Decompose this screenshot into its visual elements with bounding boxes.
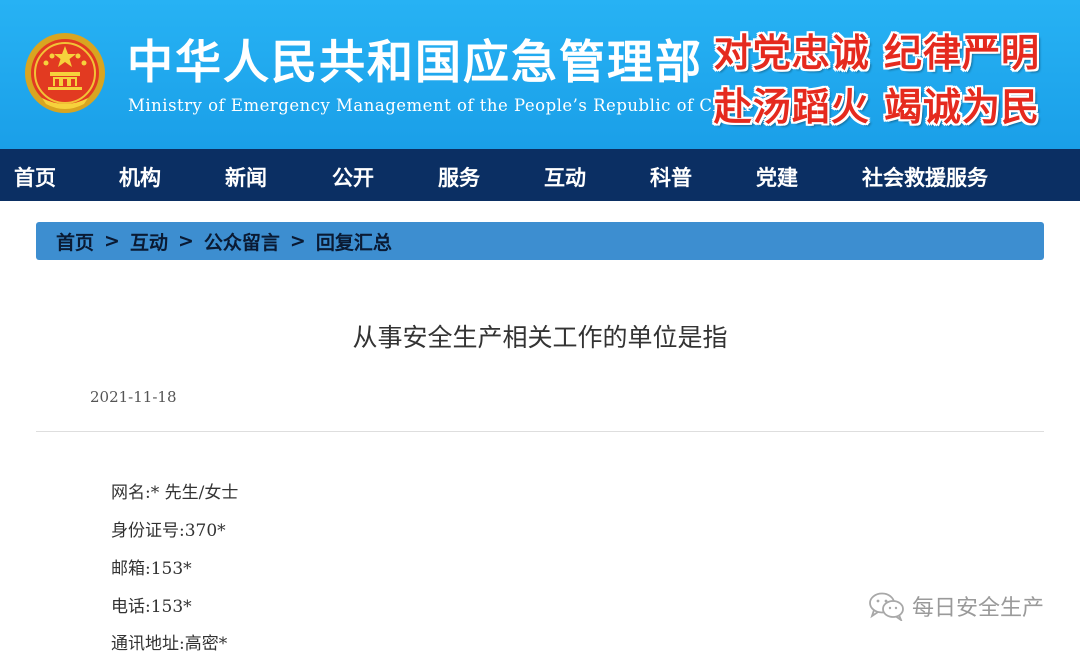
breadcrumb-separator: > bbox=[177, 230, 194, 252]
breadcrumb-separator: > bbox=[104, 230, 120, 252]
field-address: 通讯地址:高密* bbox=[111, 634, 228, 654]
breadcrumb-interaction[interactable]: 互动 bbox=[130, 228, 168, 255]
nav-item-organization[interactable]: 机构 bbox=[119, 162, 161, 192]
site-title[interactable]: 中华人民共和国应急管理部 bbox=[127, 26, 703, 92]
watermark-text: 每日安全生产 bbox=[911, 596, 1044, 621]
watermark: 每日安全生产 bbox=[868, 590, 1044, 622]
slogan-line-1: 对党忠诚 纪律严明 bbox=[713, 30, 1040, 75]
national-emblem-icon[interactable] bbox=[22, 30, 108, 116]
field-id-number: 身份证号:370* bbox=[111, 521, 226, 541]
nav-item-home[interactable]: 首页 bbox=[14, 162, 56, 192]
nav-item-interaction[interactable]: 互动 bbox=[544, 162, 586, 192]
slogan-line-2: 赴汤蹈火 竭诚为民 bbox=[713, 84, 1040, 129]
site-header: 中华人民共和国应急管理部 Ministry of Emergency Manag… bbox=[0, 0, 1080, 149]
nav-item-rescue-services[interactable]: 社会救援服务 bbox=[862, 162, 988, 192]
breadcrumb-separator: > bbox=[289, 230, 306, 252]
field-nickname: 网名:* 先生/女士 bbox=[111, 483, 239, 503]
wechat-icon bbox=[869, 592, 904, 621]
breadcrumb: 首页 > 互动 > 公众留言 > 回复汇总 bbox=[36, 222, 1044, 260]
breadcrumb-home[interactable]: 首页 bbox=[56, 228, 94, 255]
breadcrumb-public-messages[interactable]: 公众留言 bbox=[204, 228, 280, 255]
main-nav: 首页 机构 新闻 公开 服务 互动 科普 党建 社会救援服务 bbox=[0, 149, 1080, 201]
site-subtitle: Ministry of Emergency Management of the … bbox=[128, 96, 751, 115]
article-date: 2021-11-18 bbox=[90, 388, 177, 406]
field-phone: 电话:153* bbox=[111, 597, 192, 617]
divider bbox=[36, 431, 1044, 432]
nav-item-party[interactable]: 党建 bbox=[756, 162, 798, 192]
nav-item-public[interactable]: 公开 bbox=[332, 162, 374, 192]
field-email: 邮箱:153* bbox=[111, 559, 192, 579]
nav-item-science[interactable]: 科普 bbox=[650, 162, 692, 192]
nav-item-news[interactable]: 新闻 bbox=[225, 162, 267, 192]
article-title: 从事安全生产相关工作的单位是指 bbox=[352, 323, 728, 352]
nav-item-services[interactable]: 服务 bbox=[438, 162, 480, 192]
breadcrumb-reply-summary[interactable]: 回复汇总 bbox=[316, 228, 392, 255]
